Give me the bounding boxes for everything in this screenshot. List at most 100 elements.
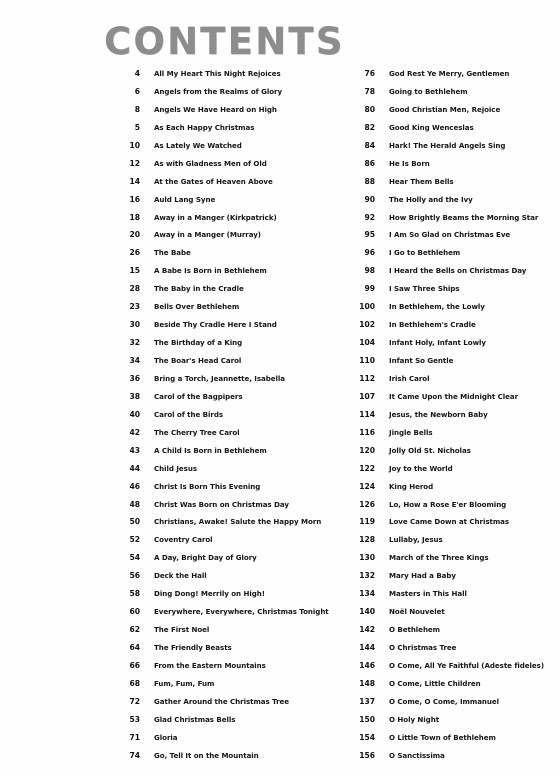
toc-page-number: 142 [359,625,375,635]
toc-entry[interactable]: 102 In Bethlehem's Cradle [353,316,549,334]
toc-entry[interactable]: 4 All My Heart This Night Rejoices [118,65,334,83]
toc-page-number: 144 [359,643,375,652]
toc-entry[interactable]: 100 In Bethlehem, the Lowly [353,298,549,316]
toc-entry[interactable]: 90 The Holly and the Ivy [353,191,549,209]
toc-entry[interactable]: 124 King Herod [353,478,549,496]
toc-page-number: 114 [359,409,375,419]
toc-entry[interactable]: 53 Glad Christmas Bells [118,711,334,729]
toc-entry[interactable]: 44 Child Jesus [118,460,334,478]
toc-page-number: 100 [359,302,375,312]
toc-page-number: 15 [129,266,141,276]
toc-entry[interactable]: 144 O Christmas Tree [353,639,549,657]
toc-entry[interactable]: 96 I Go to Bethlehem [353,244,549,262]
toc-entry[interactable]: 132 Mary Had a Baby [353,567,549,585]
toc-page-number: 46 [129,481,141,491]
toc-entry[interactable]: 42 The Cherry Tree Carol [118,424,334,442]
toc-entry-title: A Babe Is Born in Bethlehem [154,266,267,276]
toc-entry[interactable]: 76 God Rest Ye Merry, Gentlemen [353,65,549,83]
toc-entry[interactable]: 110 Infant So Gentle [353,352,549,370]
toc-entry[interactable]: 50 Christians, Awake! Salute the Happy Mo… [118,513,334,531]
toc-entry[interactable]: 82 Good King Wenceslas [353,119,549,137]
toc-entry[interactable]: 92 How Brightly Beams the Morning Star [353,209,549,227]
toc-entry[interactable]: 112 Irish Carol [353,370,549,388]
toc-entry[interactable]: 72 Gather Around the Christmas Tree [118,693,334,711]
toc-entry[interactable]: 84 Hark! The Herald Angels Sing [353,137,549,155]
toc-entry[interactable]: 20 Away in a Manger (Murray) [118,226,334,244]
toc-entry[interactable]: 34 The Boar's Head Carol [118,352,334,370]
toc-entry-title: Irish Carol [389,373,430,383]
toc-entry[interactable]: 30 Beside Thy Cradle Here I Stand [118,316,334,334]
toc-entry[interactable]: 126 Lo, How a Rose E'er Blooming [353,496,549,514]
toc-entry[interactable]: 23 Bells Over Bethlehem [118,298,334,316]
toc-entry-title: God Rest Ye Merry, Gentlemen [389,69,510,78]
toc-entry[interactable]: 88 Hear Them Bells [353,173,549,191]
toc-entry[interactable]: 134 Masters in This Hall [353,585,549,603]
toc-entry[interactable]: 36 Bring a Torch, Jeannette, Isabella [118,370,334,388]
toc-entry[interactable]: 40 Carol of the Birds [118,406,334,424]
toc-entry[interactable]: 71 Gloria [118,729,334,747]
toc-entry[interactable]: 66 From the Eastern Mountains [118,657,334,675]
toc-entry[interactable]: 154 O Little Town of Bethlehem [353,729,549,747]
toc-entry[interactable]: 130 March of the Three Kings [353,549,549,567]
toc-entry-title: I Go to Bethlehem [389,248,461,258]
toc-page-number: 34 [129,356,141,365]
toc-entry[interactable]: 140 Noël Nouvelet [353,603,549,621]
toc-entry-title: A Child Is Born in Bethlehem [154,445,267,455]
toc-entry[interactable]: 150 O Holy Night [353,711,549,729]
toc-entry[interactable]: 116 Jingle Bells [353,424,549,442]
toc-entry[interactable]: 8 Angels We Have Heard on High [118,101,334,119]
toc-entry[interactable]: 28 The Baby in the Cradle [118,280,334,298]
toc-entry[interactable]: 120 Jolly Old St. Nicholas [353,442,549,460]
toc-entry[interactable]: 38 Carol of the Bagpipers [118,388,334,406]
toc-entry[interactable]: 74 Go, Tell It on the Mountain [118,747,334,765]
toc-entry[interactable]: 16 Auld Lang Syne [118,191,334,209]
toc-entry[interactable]: 104 Infant Holy, Infant Lowly [353,334,549,352]
toc-entry[interactable]: 148 O Come, Little Children [353,675,549,693]
toc-entry[interactable]: 137 O Come, O Come, Immanuel [353,693,549,711]
toc-entry[interactable]: 122 Joy to the World [353,460,549,478]
toc-entry[interactable]: 10 As Lately We Watched [118,137,334,155]
toc-entry-title: All My Heart This Night Rejoices [154,69,281,78]
toc-entry[interactable]: 6 Angels from the Realms of Glory [118,83,334,101]
toc-entry[interactable]: 54 A Day, Bright Day of Glory [118,549,334,567]
toc-entry[interactable]: 18 Away in a Manger (Kirkpatrick) [118,209,334,227]
toc-entry[interactable]: 46 Christ Is Born This Evening [118,478,334,496]
toc-entry[interactable]: 64 The Friendly Beasts [118,639,334,657]
toc-page-number: 53 [129,714,141,724]
toc-entry[interactable]: 32 The Birthday of a King [118,334,334,352]
toc-entry[interactable]: 146 O Come, All Ye Faithful (Adeste fidel… [353,657,549,675]
toc-entry[interactable]: 98 I Heard the Bells on Christmas Day [353,262,549,280]
toc-entry[interactable]: 142 O Bethlehem [353,621,549,639]
toc-entry[interactable]: 48 Christ Was Born on Christmas Day [118,496,334,514]
toc-entry[interactable]: 5 As Each Happy Christmas [118,119,334,137]
toc-entry-title: At the Gates of Heaven Above [154,176,273,186]
toc-entry[interactable]: 15 A Babe Is Born in Bethlehem [118,262,334,280]
toc-entry[interactable]: 78 Going to Bethlehem [353,83,549,101]
toc-page-number: 28 [129,284,141,294]
toc-page-number: 148 [359,678,375,688]
toc-entry[interactable]: 80 Good Christian Men, Rejoice [353,101,549,119]
toc-entry[interactable]: 99 I Saw Three Ships [353,280,549,298]
toc-entry[interactable]: 58 Ding Dong! Merrily on High! [118,585,334,603]
toc-entry[interactable]: 60 Everywhere, Everywhere, Christmas Toni… [118,603,334,621]
toc-entry[interactable]: 156 O Sanctissima [353,747,549,765]
toc-entry[interactable]: 26 The Babe [118,244,334,262]
toc-entry[interactable]: 114 Jesus, the Newborn Baby [353,406,549,424]
toc-page-number: 64 [129,643,141,652]
toc-entry[interactable]: 43 A Child Is Born in Bethlehem [118,442,334,460]
toc-entry[interactable]: 68 Fum, Fum, Fum [118,675,334,693]
toc-entry[interactable]: 14 At the Gates of Heaven Above [118,173,334,191]
toc-entry[interactable]: 119 Love Came Down at Christmas [353,513,549,531]
toc-entry-title: He Is Born [389,158,430,168]
toc-entry[interactable]: 62 The First Noel [118,621,334,639]
toc-entry[interactable]: 56 Deck the Hall [118,567,334,585]
toc-entry[interactable]: 128 Lullaby, Jesus [353,531,549,549]
toc-entry[interactable]: 86 He Is Born [353,155,549,173]
toc-entry[interactable]: 107 It Came Upon the Midnight Clear [353,388,549,406]
toc-entry[interactable]: 52 Coventry Carol [118,531,334,549]
toc-entry-title: Infant Holy, Infant Lowly [389,338,486,348]
toc-entry[interactable]: 95 I Am So Glad on Christmas Eve [353,226,549,244]
toc-page-number: 130 [359,553,375,563]
toc-entry[interactable]: 12 As with Gladness Men of Old [118,155,334,173]
toc-entry-title: Go, Tell It on the Mountain [154,750,259,760]
